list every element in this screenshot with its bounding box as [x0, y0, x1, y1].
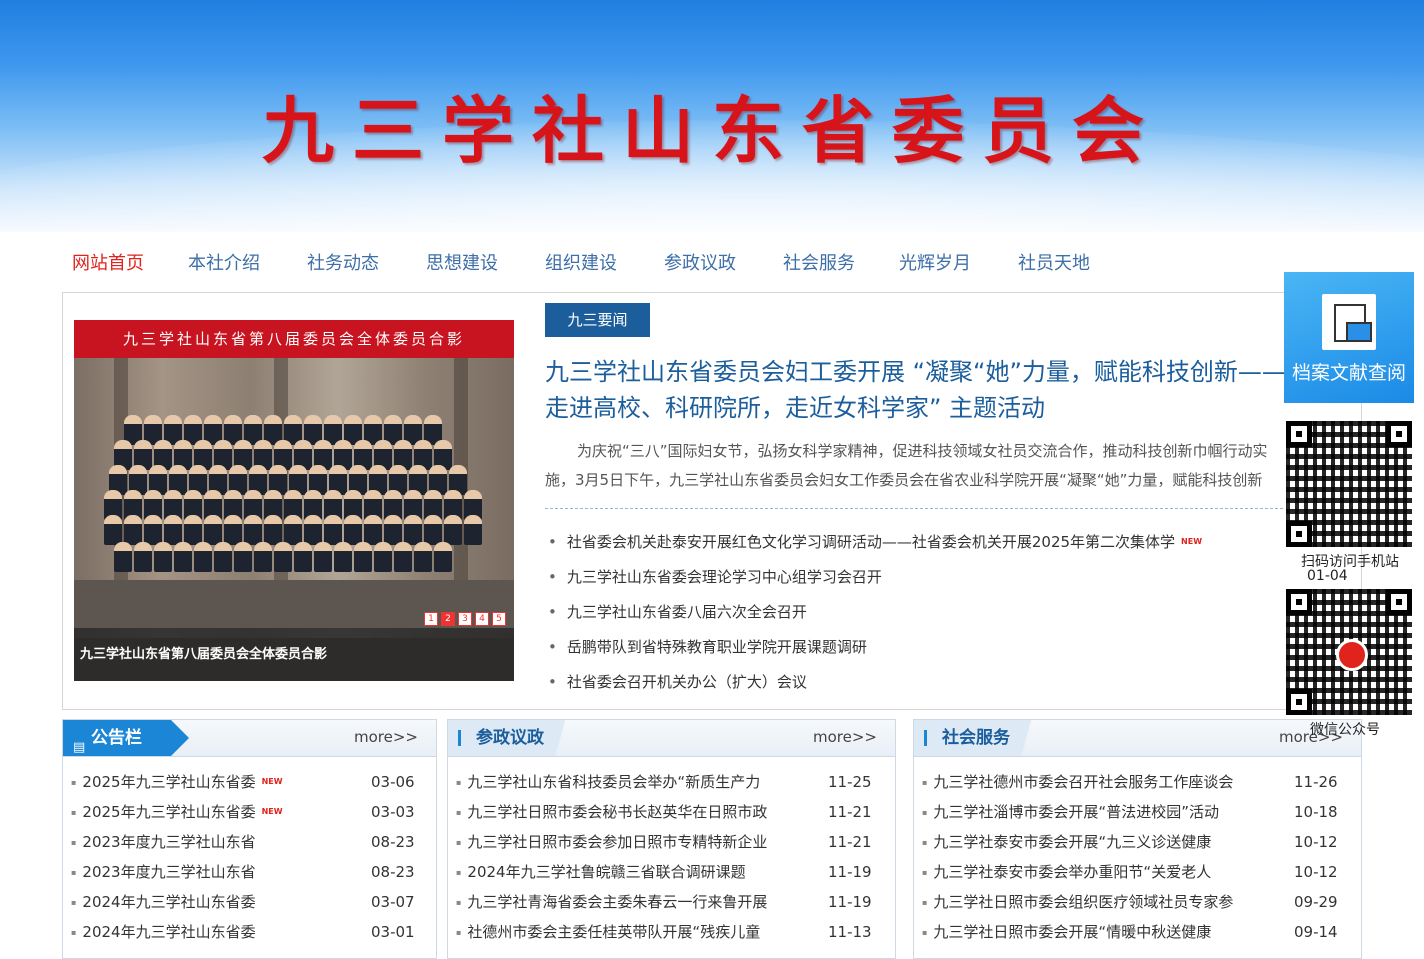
nav-item-history[interactable]: 光辉岁月 — [899, 249, 971, 275]
panel-header: 社会服务 more>> — [914, 720, 1361, 757]
list-item[interactable]: 九三学社日照市委会参加日照市专精特新企业11-21 — [456, 827, 871, 857]
list-item[interactable]: 2024年九三学社鲁皖赣三省联合调研课题11-19 — [456, 857, 871, 887]
list-item[interactable]: 2025年九三学社山东省委NEW03-03 — [71, 797, 414, 827]
notice-panel-title: ▤ 公告栏 — [63, 720, 189, 756]
politics-more-link[interactable]: more>> — [813, 728, 877, 746]
slideshow-page-4[interactable]: 4 — [475, 612, 489, 626]
list-item[interactable]: 九三学社泰安市委会开展“九三义诊送健康10-12 — [922, 827, 1337, 857]
main-nav: 网站首页 本社介绍 社务动态 思想建设 组织建设 参政议政 社会服务 光辉岁月 … — [0, 232, 1424, 290]
new-badge: NEW — [1181, 537, 1203, 546]
photo-crowd-row — [114, 542, 452, 572]
notice-doc-icon: ▤ — [73, 740, 86, 755]
photo-slideshow[interactable]: 九三学社山东省第八届委员会全体委员合影 1 2 3 4 5 九三学社山东省第八届… — [74, 320, 514, 681]
nav-item-politics[interactable]: 参政议政 — [664, 249, 736, 275]
notice-more-link[interactable]: more>> — [354, 728, 418, 746]
nav-item-affairs[interactable]: 社务动态 — [307, 249, 379, 275]
list-date: 10-18 — [1294, 803, 1338, 821]
list-date: 11-21 — [828, 833, 872, 851]
list-date: 11-21 — [828, 803, 872, 821]
archive-lookup-label: 档案文献查阅 — [1291, 362, 1406, 384]
list-item[interactable]: 九三学社日照市委会组织医疗领域社员专家参09-29 — [922, 887, 1337, 917]
new-badge: NEW — [261, 807, 283, 816]
list-item[interactable]: 2025年九三学社山东省委NEW03-06 — [71, 767, 414, 797]
photo-banner-text: 九三学社山东省第八届委员会全体委员合影 — [74, 320, 514, 358]
list-date: 03-06 — [371, 773, 415, 791]
list-date: 10-12 — [1294, 863, 1338, 881]
photo-crowd-row — [104, 515, 482, 545]
news-list-item[interactable]: 九三学社山东省委会理论学习中心组学习会召开 — [545, 563, 1285, 598]
wechat-qr-caption: 微信公众号 — [1310, 722, 1380, 738]
list-date: 08-23 — [371, 863, 415, 881]
list-item[interactable]: 九三学社青海省委会主委朱春云一行来鲁开展11-19 — [456, 887, 871, 917]
panel-header: ▤ 公告栏 more>> — [63, 720, 436, 757]
list-item[interactable]: 2024年九三学社山东省委03-07 — [71, 887, 414, 917]
list-item[interactable]: 九三学社日照市委会开展“情暖中秋送健康09-14 — [922, 917, 1337, 947]
news-summary: 为庆祝“三八”国际妇女节，弘扬女科学家精神，促进科技领域女社员交流合作，推动科技… — [545, 442, 1268, 489]
slideshow-page-2[interactable]: 2 — [441, 612, 455, 626]
list-item[interactable]: 九三学社德州市委会召开社会服务工作座谈会11-26 — [922, 767, 1337, 797]
nav-item-organization[interactable]: 组织建设 — [545, 249, 617, 275]
title-bar-marker — [924, 730, 927, 746]
politics-panel: 参政议政 more>> 九三学社山东省科技委员会举办“新质生产力11-25 九三… — [447, 719, 896, 959]
wechat-logo-icon — [1336, 639, 1368, 671]
site-header: 九三学社山东省委员会 — [0, 0, 1424, 232]
slideshow-page-5[interactable]: 5 — [492, 612, 506, 626]
nav-item-home[interactable]: 网站首页 — [72, 249, 144, 275]
politics-panel-title: 参政议政 — [448, 720, 584, 756]
panel-header: 参政议政 more>> — [448, 720, 895, 757]
list-date: 09-29 — [1294, 893, 1338, 911]
list-date: 10-12 — [1294, 833, 1338, 851]
slideshow-page-1[interactable]: 1 — [424, 612, 438, 626]
list-date: 03-03 — [371, 803, 415, 821]
news-list-item[interactable]: 九三学社山东省委八届六次全会召开 — [545, 598, 1285, 633]
list-date: 11-19 — [828, 863, 872, 881]
list-item[interactable]: 2024年九三学社山东省委03-01 — [71, 917, 414, 947]
document-folder-icon — [1322, 294, 1376, 350]
list-date: 08-23 — [371, 833, 415, 851]
news-list-item[interactable]: 社省委会机关赴泰安开展红色文化学习调研活动——社省委会机关开展2025年第二次集… — [545, 528, 1285, 563]
notice-panel: ▤ 公告栏 more>> 2025年九三学社山东省委NEW03-06 2025年… — [62, 719, 437, 959]
service-list: 九三学社德州市委会召开社会服务工作座谈会11-26 九三学社淄博市委会开展“普法… — [922, 767, 1337, 947]
service-panel-title: 社会服务 — [914, 720, 1050, 756]
nav-item-members[interactable]: 社员天地 — [1018, 249, 1090, 275]
news-list-item[interactable]: 岳鹏带队到省特殊教育职业学院开展课题调研 — [545, 633, 1285, 668]
list-item[interactable]: 九三学社日照市委会秘书长赵英华在日照市政11-21 — [456, 797, 871, 827]
mobile-site-qr-icon — [1286, 421, 1412, 547]
slideshow-pager: 1 2 3 4 5 — [424, 612, 506, 626]
nav-item-ideology[interactable]: 思想建设 — [426, 249, 498, 275]
news-list: 社省委会机关赴泰安开展红色文化学习调研活动——社省委会机关开展2025年第二次集… — [545, 528, 1285, 703]
news-divider — [545, 508, 1283, 509]
archive-lookup-button[interactable]: 档案文献查阅 — [1284, 272, 1414, 403]
list-item[interactable]: 九三学社淄博市委会开展“普法进校园”活动10-18 — [922, 797, 1337, 827]
news-tag[interactable]: 九三要闻 — [545, 303, 650, 337]
list-date: 11-26 — [1294, 773, 1338, 791]
new-badge: NEW — [261, 777, 283, 786]
nav-item-service[interactable]: 社会服务 — [783, 249, 855, 275]
slideshow-page-3[interactable]: 3 — [458, 612, 472, 626]
list-date: 03-07 — [371, 893, 415, 911]
news-list-item[interactable]: 社省委会召开机关办公（扩大）会议 — [545, 668, 1285, 703]
nav-item-about[interactable]: 本社介绍 — [188, 249, 260, 275]
list-item[interactable]: 九三学社泰安市委会举办重阳节“关爱老人10-12 — [922, 857, 1337, 887]
wechat-qr-icon — [1286, 589, 1412, 715]
list-item[interactable]: 2023年度九三学社山东省08-23 — [71, 857, 414, 887]
news-headline[interactable]: 九三学社山东省委员会妇工委开展 “凝聚“她”力量，赋能科技创新——走进高校、科研… — [545, 354, 1290, 426]
list-item[interactable]: 2023年度九三学社山东省08-23 — [71, 827, 414, 857]
list-date: 09-14 — [1294, 923, 1338, 941]
list-item[interactable]: 九三学社山东省科技委员会举办“新质生产力11-25 — [456, 767, 871, 797]
list-item[interactable]: 社德州市委会主委任桂英带队开展“残疾儿童11-13 — [456, 917, 871, 947]
list-date: 11-25 — [828, 773, 872, 791]
site-title: 九三学社山东省委员会 — [261, 88, 1162, 173]
list-date: 11-19 — [828, 893, 872, 911]
notice-list: 2025年九三学社山东省委NEW03-06 2025年九三学社山东省委NEW03… — [71, 767, 414, 947]
list-date: 03-01 — [371, 923, 415, 941]
title-bar-marker — [458, 730, 461, 746]
sidebar-date-label: 01-04 — [1307, 568, 1348, 584]
slideshow-caption[interactable]: 九三学社山东省第八届委员会全体委员合影 — [74, 628, 514, 681]
list-date: 11-13 — [828, 923, 872, 941]
politics-list: 九三学社山东省科技委员会举办“新质生产力11-25 九三学社日照市委会秘书长赵英… — [456, 767, 871, 947]
service-panel: 社会服务 more>> 九三学社德州市委会召开社会服务工作座谈会11-26 九三… — [913, 719, 1362, 959]
